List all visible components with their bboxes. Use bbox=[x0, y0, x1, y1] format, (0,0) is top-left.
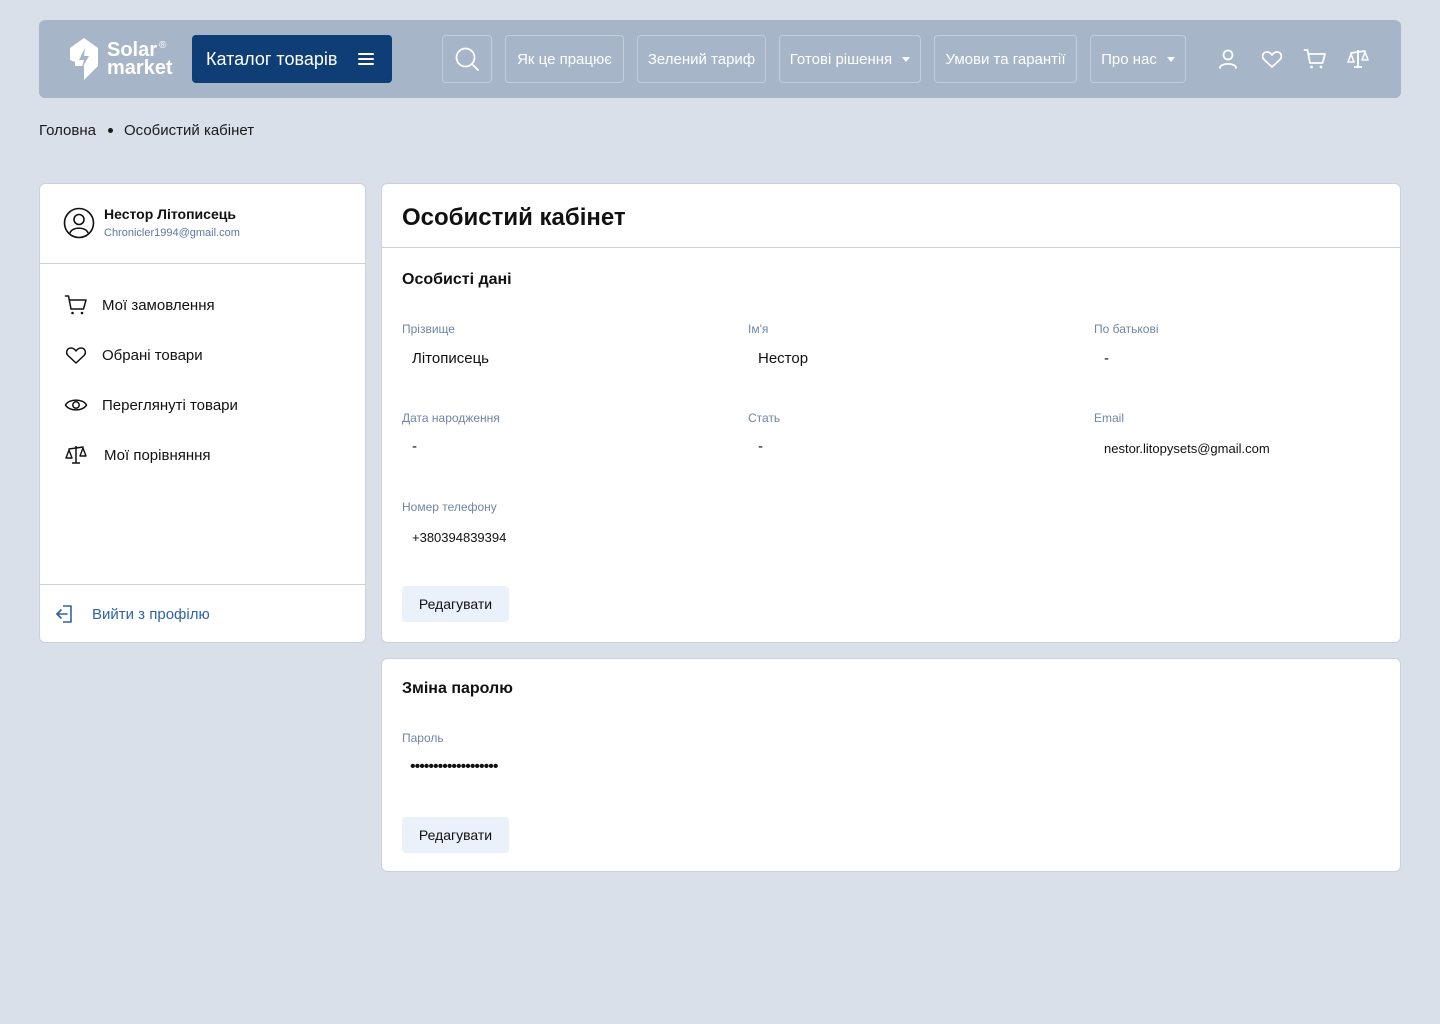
logout-section: Вийти з профілю bbox=[40, 584, 365, 643]
nav-label: Зелений тариф bbox=[647, 50, 756, 68]
user-info: Нестор Літописець Chronicler1994@gmail.c… bbox=[40, 184, 365, 264]
catalog-button[interactable]: Каталог товарів bbox=[192, 35, 392, 83]
caret-down-icon bbox=[902, 56, 911, 62]
phone-value: +380394839394 bbox=[412, 530, 507, 545]
account-sidebar: Нестор Літописець Chronicler1994@gmail.c… bbox=[39, 183, 366, 643]
surname-label: Прізвище bbox=[402, 322, 455, 336]
sidebar-item-label: Мої порівняння bbox=[104, 446, 211, 464]
user-avatar-icon bbox=[63, 207, 95, 239]
nav-green-tariff[interactable]: Зелений тариф bbox=[637, 35, 766, 83]
catalog-button-label: Каталог товарів bbox=[206, 48, 338, 69]
password-label: Пароль bbox=[402, 731, 444, 745]
heart-icon bbox=[65, 347, 87, 364]
password-card: Зміна паролю Пароль ••••••••••••••••••• … bbox=[381, 658, 1401, 872]
cart-icon[interactable] bbox=[1303, 47, 1327, 71]
search-button[interactable] bbox=[442, 35, 492, 83]
top-header: Solar ® market Каталог товарів Як це пра… bbox=[39, 20, 1401, 98]
sidebar-item-viewed[interactable]: Переглянуті товари bbox=[64, 393, 238, 417]
logout-icon bbox=[56, 605, 72, 623]
divider bbox=[382, 247, 1400, 248]
nav-label: Умови та гарантії bbox=[945, 50, 1066, 68]
logout-label: Вийти з профілю bbox=[92, 605, 210, 623]
logo-text-line2: market bbox=[107, 57, 173, 79]
section-title-personal: Особисті дані bbox=[402, 271, 512, 288]
hamburger-menu-icon bbox=[358, 53, 374, 65]
phone-label: Номер телефону bbox=[402, 500, 497, 514]
nav-label: Про нас bbox=[1101, 50, 1157, 68]
page-title: Особистий кабінет bbox=[402, 204, 626, 231]
breadcrumb: Головна Особистий кабінет bbox=[39, 122, 254, 139]
patronymic-value: - bbox=[1104, 350, 1109, 367]
nav-terms-warranty[interactable]: Умови та гарантії bbox=[934, 35, 1077, 83]
breadcrumb-separator bbox=[108, 128, 113, 133]
sidebar-item-comparisons[interactable]: Мої порівняння bbox=[64, 443, 211, 467]
patronymic-label: По батькові bbox=[1094, 322, 1159, 336]
nav-label: Як це працює bbox=[517, 50, 612, 68]
edit-personal-data-button[interactable]: Редагувати bbox=[402, 586, 509, 622]
name-value: Нестор bbox=[758, 350, 809, 367]
nav-about-us[interactable]: Про нас bbox=[1090, 35, 1186, 83]
birthdate-value: - bbox=[412, 438, 417, 455]
sidebar-item-label: Обрані товари bbox=[102, 346, 203, 364]
logout-link[interactable]: Вийти з профілю bbox=[54, 603, 210, 625]
gender-value: - bbox=[758, 438, 763, 455]
breadcrumb-current: Особистий кабінет bbox=[124, 122, 255, 139]
heart-icon[interactable] bbox=[1260, 47, 1284, 71]
name-label: Ім'я bbox=[748, 322, 769, 336]
sidebar-item-label: Мої замовлення bbox=[102, 296, 215, 314]
eye-icon bbox=[64, 399, 88, 411]
email-label: Email bbox=[1094, 411, 1125, 425]
compare-scales-icon[interactable] bbox=[1346, 47, 1370, 71]
cart-icon bbox=[64, 295, 87, 315]
user-name: Нестор Літописець bbox=[104, 206, 236, 222]
user-email: Chronicler1994@gmail.com bbox=[104, 227, 240, 239]
nav-how-it-works[interactable]: Як це працює bbox=[505, 35, 624, 83]
logo-registered-mark: ® bbox=[159, 40, 167, 51]
compare-scales-icon bbox=[65, 446, 87, 464]
logo[interactable]: Solar ® market bbox=[67, 36, 177, 82]
sidebar-item-orders[interactable]: Мої замовлення bbox=[64, 293, 215, 317]
birthdate-label: Дата народження bbox=[402, 411, 500, 425]
personal-data-card: Особистий кабінет Особисті дані Прізвище… bbox=[381, 183, 1401, 643]
edit-password-button[interactable]: Редагувати bbox=[402, 817, 509, 853]
email-value: nestor.litopysets@gmail.com bbox=[1104, 441, 1270, 456]
search-icon bbox=[455, 47, 479, 71]
user-icon[interactable] bbox=[1216, 47, 1240, 71]
nav-ready-solutions[interactable]: Готові рішення bbox=[779, 35, 921, 83]
gender-label: Стать bbox=[748, 411, 781, 425]
surname-value: Літописець bbox=[412, 350, 489, 367]
sidebar-item-label: Переглянуті товари bbox=[102, 396, 238, 414]
section-title-password: Зміна паролю bbox=[402, 680, 513, 697]
caret-down-icon bbox=[1166, 56, 1175, 62]
nav-label: Готові рішення bbox=[789, 50, 893, 68]
sidebar-item-favorites[interactable]: Обрані товари bbox=[64, 343, 203, 367]
breadcrumb-home-link[interactable]: Головна bbox=[39, 122, 96, 139]
logo-bolt-icon bbox=[70, 38, 98, 80]
password-value: ••••••••••••••••••• bbox=[410, 758, 498, 775]
